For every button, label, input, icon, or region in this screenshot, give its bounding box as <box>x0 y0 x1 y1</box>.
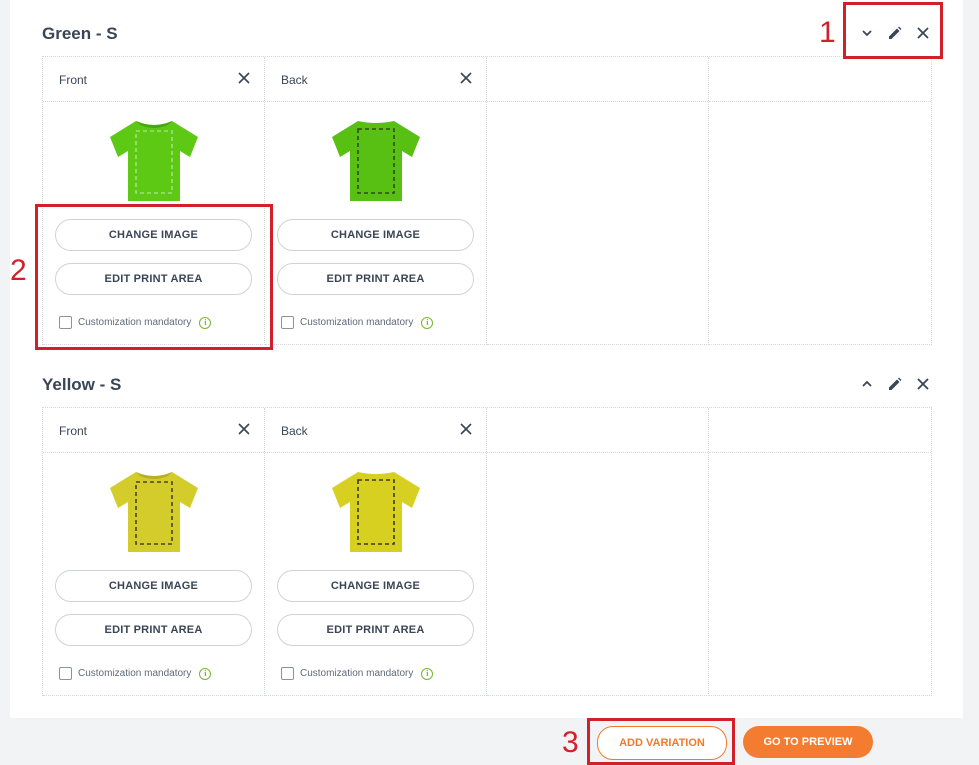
remove-slot-icon[interactable] <box>238 422 252 436</box>
mandatory-row: Customization mandatory i <box>281 316 434 329</box>
print-slot-header <box>487 57 708 102</box>
customization-mandatory-checkbox[interactable] <box>281 316 294 329</box>
print-slot-back: Back CHANGE IMAGE EDIT PRINT AREA Custom… <box>265 57 487 345</box>
go-to-preview-button[interactable]: GO TO PREVIEW <box>743 726 873 758</box>
print-slot-empty <box>709 57 932 345</box>
edit-print-area-button[interactable]: EDIT PRINT AREA <box>277 614 474 646</box>
print-slot-empty <box>487 408 709 696</box>
change-image-button[interactable]: CHANGE IMAGE <box>277 570 474 602</box>
print-slot-label: Back <box>281 424 308 438</box>
print-slot-label: Front <box>59 73 88 87</box>
remove-slot-icon[interactable] <box>460 71 474 85</box>
print-slot-header: Front <box>43 57 264 102</box>
print-slot-header: Front <box>43 408 264 453</box>
edit-print-area-button[interactable]: EDIT PRINT AREA <box>55 614 252 646</box>
print-slot-label: Back <box>281 73 308 87</box>
remove-slot-icon[interactable] <box>238 71 252 85</box>
edit-print-area-button[interactable]: EDIT PRINT AREA <box>277 263 474 295</box>
change-image-button[interactable]: CHANGE IMAGE <box>277 219 474 251</box>
callout-number-2: 2 <box>10 254 27 287</box>
info-icon[interactable]: i <box>199 667 212 680</box>
chevron-up-icon[interactable] <box>860 377 874 391</box>
info-icon[interactable]: i <box>421 316 434 329</box>
print-slot-header: Back <box>265 408 486 453</box>
info-icon[interactable]: i <box>421 667 434 680</box>
close-icon[interactable] <box>916 377 930 391</box>
print-slot-header: Back <box>265 57 486 102</box>
variations-panel: Green - S Front CHANGE IMAGE EDIT PRINT … <box>10 0 963 718</box>
print-slot-header <box>709 408 931 453</box>
callout-number-1: 1 <box>819 16 836 49</box>
print-slot-label: Front <box>59 424 88 438</box>
callout-number-3: 3 <box>562 726 579 759</box>
tshirt-image <box>110 472 198 552</box>
customization-mandatory-label: Customization mandatory <box>300 668 414 679</box>
customization-mandatory-label: Customization mandatory <box>300 317 414 328</box>
print-slots-grid: Front CHANGE IMAGE EDIT PRINT AREA Custo… <box>42 407 932 696</box>
callout-box-2 <box>35 204 273 350</box>
variation-title: Green - S <box>42 24 118 43</box>
print-slot-empty <box>709 408 932 696</box>
callout-box-1 <box>843 2 943 59</box>
change-image-button[interactable]: CHANGE IMAGE <box>55 570 252 602</box>
print-slot-header <box>709 57 931 102</box>
variation-title: Yellow - S <box>42 375 122 394</box>
customization-mandatory-label: Customization mandatory <box>78 668 192 679</box>
remove-slot-icon[interactable] <box>460 422 474 436</box>
pencil-icon[interactable] <box>888 377 902 391</box>
tshirt-image <box>110 121 198 201</box>
print-slot-back: Back CHANGE IMAGE EDIT PRINT AREA Custom… <box>265 408 487 696</box>
print-slot-header <box>487 408 708 453</box>
mandatory-row: Customization mandatory i <box>59 667 212 680</box>
tshirt-image <box>332 472 420 552</box>
tshirt-image <box>332 121 420 201</box>
callout-box-3 <box>587 718 735 765</box>
customization-mandatory-checkbox[interactable] <box>59 667 72 680</box>
print-slot-empty <box>487 57 709 345</box>
print-slot-front: Front CHANGE IMAGE EDIT PRINT AREA Custo… <box>43 408 265 696</box>
customization-mandatory-checkbox[interactable] <box>281 667 294 680</box>
variation-actions <box>860 377 930 391</box>
mandatory-row: Customization mandatory i <box>281 667 434 680</box>
